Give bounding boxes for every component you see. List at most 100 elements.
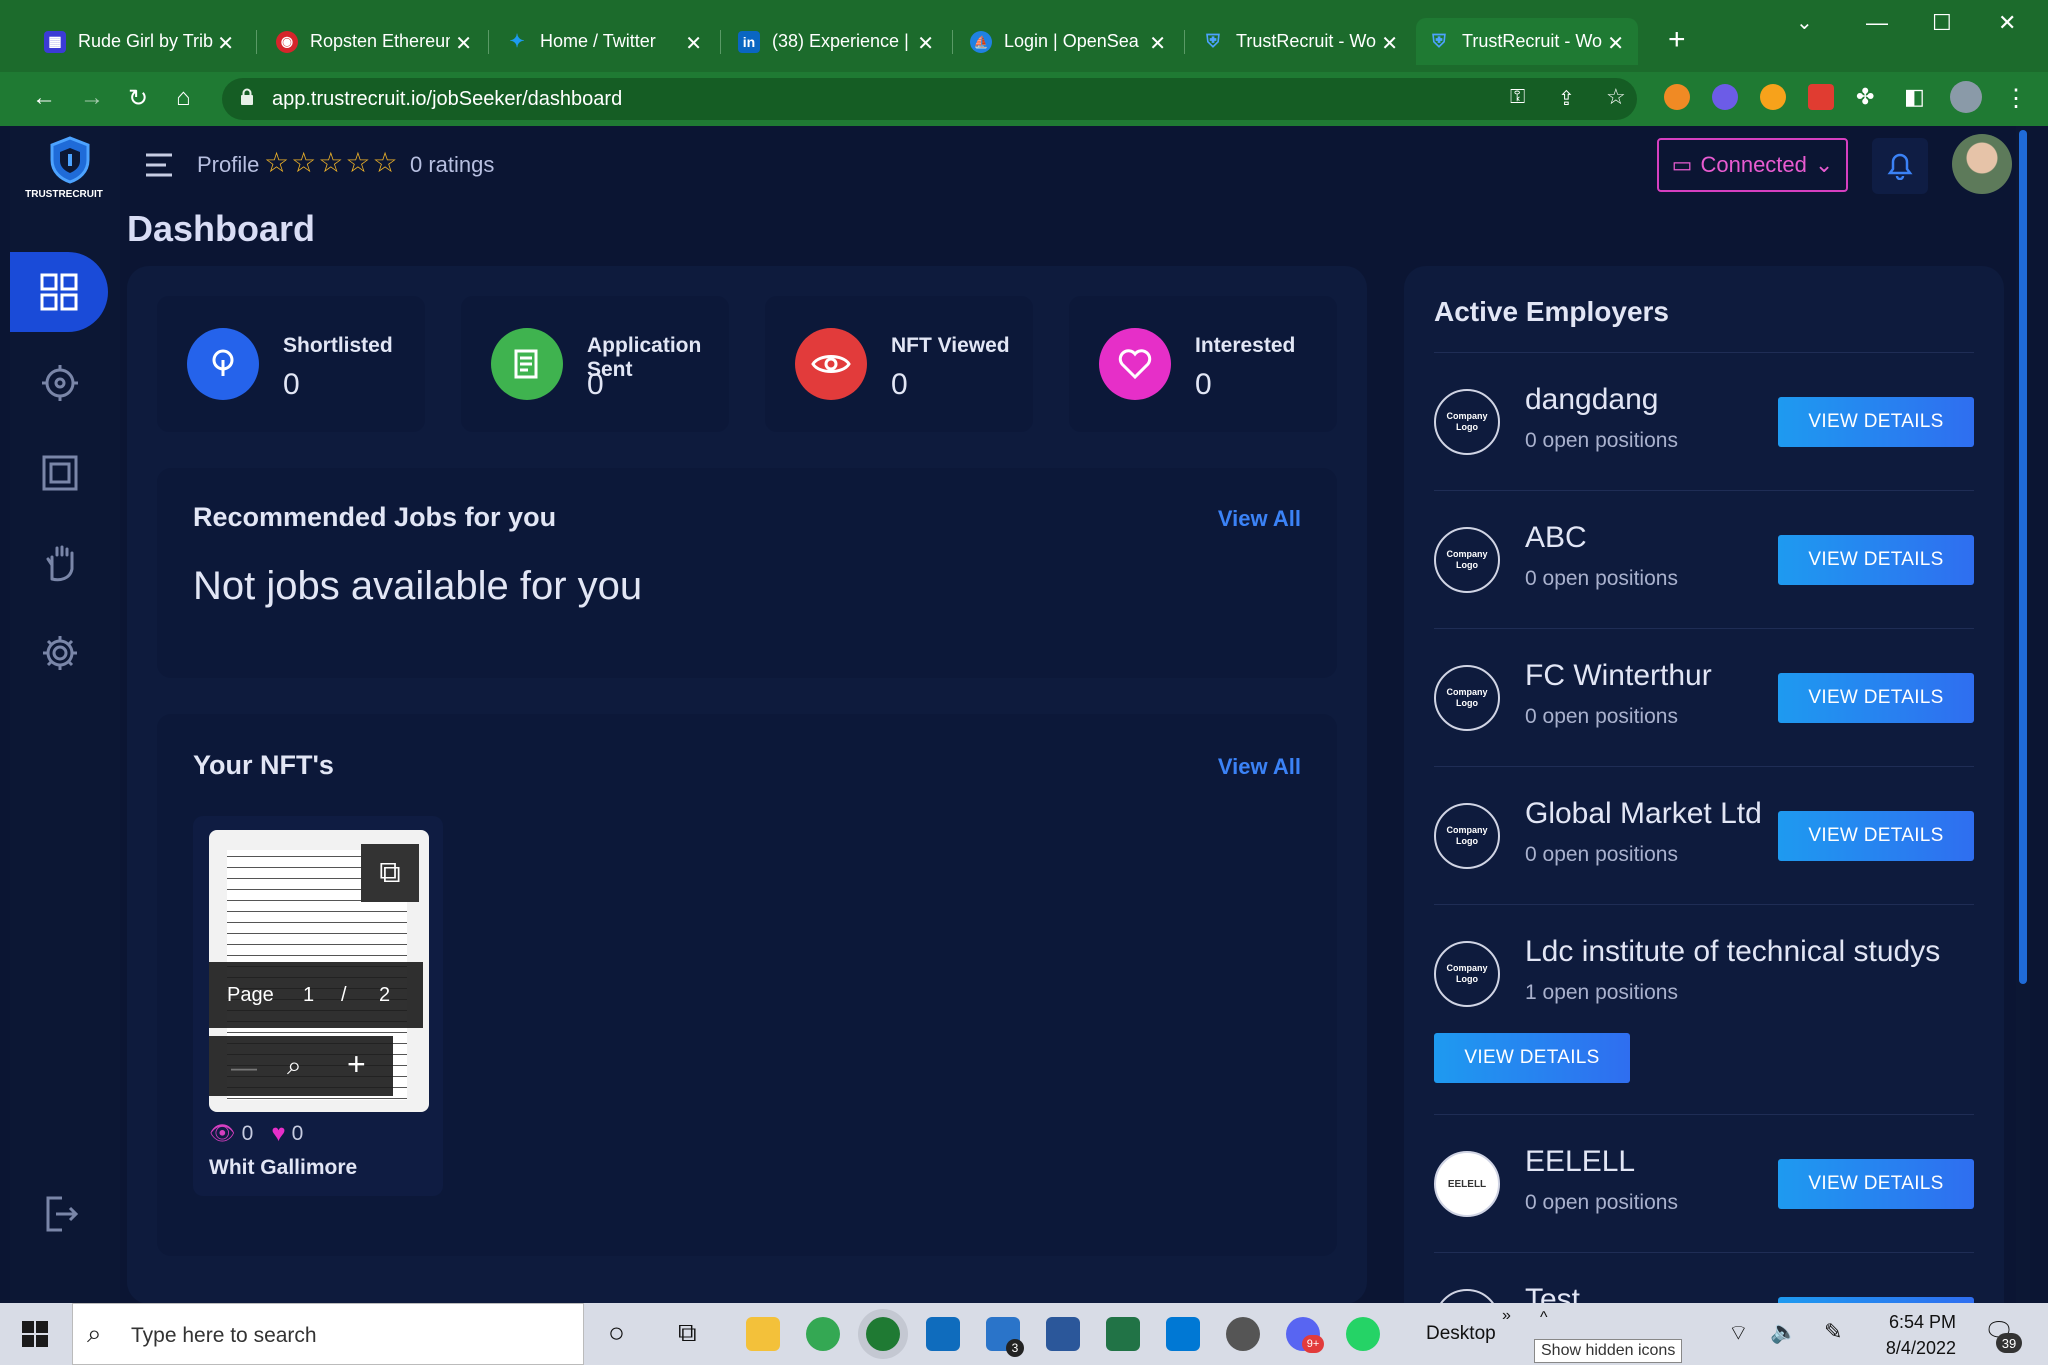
- nft-likes-count: 0: [291, 1122, 304, 1145]
- chrome-icon[interactable]: [806, 1317, 840, 1351]
- sidebar-item-settings[interactable]: [10, 613, 110, 693]
- home-icon[interactable]: ⌂: [176, 84, 191, 112]
- extensions-puzzle-icon[interactable]: ✤: [1856, 84, 1874, 110]
- show-hidden-icons-chevron[interactable]: ^: [1540, 1309, 1548, 1327]
- sidebar-item-dashboard[interactable]: [10, 252, 108, 332]
- taskbar-search-box[interactable]: ⌕ Type here to search: [72, 1303, 584, 1365]
- word-icon[interactable]: [1046, 1317, 1080, 1351]
- new-tab-button[interactable]: +: [1656, 16, 1696, 63]
- browser-tab[interactable]: ⛨ TrustRecruit - Wo ✕: [1190, 18, 1412, 65]
- stat-label: NFT Viewed: [891, 334, 1010, 357]
- nft-document-preview[interactable]: ⧉ Page 1 / 2 — ⌕ +: [209, 830, 429, 1112]
- back-icon[interactable]: ←: [32, 84, 56, 112]
- notification-center-icon[interactable]: 🗨 39: [1984, 1317, 2022, 1353]
- forward-icon[interactable]: →: [80, 84, 104, 112]
- windows-start-icon[interactable]: [22, 1321, 48, 1347]
- browser-tab[interactable]: in (38) Experience | ✕: [726, 18, 948, 65]
- address-bar[interactable]: app.trustrecruit.io/jobSeeker/dashboard …: [222, 78, 1637, 120]
- discord-icon[interactable]: 9+: [1286, 1317, 1324, 1353]
- shield-icon: ⛨: [1432, 31, 1446, 51]
- pen-icon[interactable]: ✎: [1824, 1319, 1842, 1345]
- task-view-icon[interactable]: ⧉: [678, 1317, 697, 1349]
- nft-item-card[interactable]: ⧉ Page 1 / 2 — ⌕ + 👁 0 ♥ 0 Whit Gallimor…: [193, 816, 443, 1196]
- view-details-button[interactable]: VIEW DETAILS: [1778, 535, 1974, 585]
- browser-tab[interactable]: ▦ Rude Girl by Trib ✕: [32, 18, 248, 65]
- notifications-button[interactable]: [1872, 138, 1928, 194]
- tab-close-icon[interactable]: ✕: [217, 31, 234, 56]
- tab-close-icon[interactable]: ✕: [455, 31, 472, 56]
- recommended-view-all-link[interactable]: View All: [1218, 506, 1301, 532]
- maximize-button[interactable]: ☐: [1932, 10, 1952, 36]
- tab-close-icon[interactable]: ✕: [1381, 31, 1398, 56]
- brand-logo[interactable]: TRUSTRECRUIT: [20, 136, 120, 200]
- tab-close-icon[interactable]: ✕: [1149, 31, 1166, 56]
- lock-icon: [241, 88, 253, 105]
- zoom-in-icon[interactable]: +: [347, 1046, 366, 1083]
- view-details-button[interactable]: VIEW DETAILS: [1434, 1033, 1630, 1083]
- browser-tab[interactable]: ⛵ Login | OpenSea ✕: [958, 18, 1180, 65]
- minimize-button[interactable]: —: [1866, 10, 1888, 36]
- bookmark-star-icon[interactable]: ☆: [1606, 84, 1626, 110]
- page-total: 2: [379, 984, 391, 1006]
- whatsapp-icon[interactable]: [1346, 1317, 1380, 1351]
- employer-row: EELELL EELELL 0 open positions VIEW DETA…: [1434, 1115, 1974, 1253]
- outlook-icon[interactable]: [926, 1317, 960, 1351]
- chrome-active-icon[interactable]: [866, 1317, 900, 1351]
- view-details-button[interactable]: VIEW DETAILS: [1778, 811, 1974, 861]
- tab-close-icon[interactable]: ✕: [917, 31, 934, 56]
- close-window-button[interactable]: ✕: [1998, 10, 2016, 36]
- share-icon[interactable]: ⇪: [1558, 86, 1575, 111]
- your-nfts-card: Your NFT's View All ⧉ Page 1 / 2 — ⌕ + 👁…: [157, 714, 1337, 1256]
- profile-avatar[interactable]: [1950, 81, 1982, 113]
- browser-tab[interactable]: ◉ Ropsten Ethereum ✕: [264, 18, 486, 65]
- stat-card-interested[interactable]: Interested 0: [1069, 296, 1337, 432]
- wallet-connected-dropdown[interactable]: ▭ Connected ⌄: [1657, 138, 1848, 192]
- side-panel-icon[interactable]: ◧: [1904, 84, 1925, 110]
- nfts-view-all-link[interactable]: View All: [1218, 754, 1301, 780]
- mail-icon[interactable]: 3: [986, 1317, 1024, 1357]
- extension-icon[interactable]: [1760, 84, 1786, 110]
- clock[interactable]: 6:54 PM 8/4/2022: [1866, 1309, 1956, 1361]
- view-details-button[interactable]: VIEW DETAILS: [1778, 397, 1974, 447]
- menu-kebab-icon[interactable]: ⋮: [2004, 84, 2028, 113]
- store-icon[interactable]: [1166, 1317, 1200, 1351]
- excel-icon[interactable]: [1106, 1317, 1140, 1351]
- profile-label[interactable]: Profile: [197, 152, 259, 178]
- tab-search-icon[interactable]: ⌄: [1796, 10, 1813, 35]
- open-external-icon[interactable]: ⧉: [361, 844, 419, 902]
- sidebar-item-nfts[interactable]: [10, 433, 110, 513]
- metamask-extension-icon[interactable]: [1664, 84, 1690, 110]
- sidebar-item-interested[interactable]: [10, 523, 110, 603]
- file-explorer-icon[interactable]: [746, 1317, 780, 1351]
- stat-card-application-sent[interactable]: Application Sent 0: [461, 296, 729, 432]
- key-icon[interactable]: ⚿: [1510, 86, 1525, 109]
- volume-icon[interactable]: 🔈: [1770, 1319, 1797, 1345]
- view-details-button[interactable]: VIEW DETAILS: [1778, 1159, 1974, 1209]
- extension-icon[interactable]: [1712, 84, 1738, 110]
- stat-value: 0: [587, 368, 604, 401]
- employer-list: Company Logo dangdang 0 open positions V…: [1434, 353, 1974, 1304]
- sidebar-item-jobs[interactable]: [10, 343, 110, 423]
- browser-tab-active[interactable]: ⛨ TrustRecruit - Wo ✕: [1416, 18, 1638, 65]
- toolbar-chevron-icon[interactable]: »: [1502, 1307, 1511, 1325]
- hamburger-menu-icon[interactable]: [144, 152, 174, 183]
- logout-button[interactable]: [10, 1174, 110, 1254]
- stat-card-nft-viewed[interactable]: NFT Viewed 0: [765, 296, 1033, 432]
- reload-icon[interactable]: ↻: [128, 84, 148, 113]
- user-avatar[interactable]: [1952, 134, 2012, 194]
- view-details-button[interactable]: VIEW DETAILS: [1778, 673, 1974, 723]
- stat-card-shortlisted[interactable]: Shortlisted 0: [157, 296, 425, 432]
- app-icon[interactable]: [1226, 1317, 1260, 1351]
- scrollbar-track[interactable]: [2016, 126, 2030, 1304]
- desktop-toolbar-label[interactable]: Desktop: [1426, 1323, 1496, 1345]
- todoist-extension-icon[interactable]: [1808, 84, 1834, 110]
- tab-close-icon[interactable]: ✕: [685, 31, 702, 56]
- cortana-icon[interactable]: ○: [608, 1317, 625, 1349]
- wifi-icon[interactable]: ⌔: [1728, 1319, 1749, 1347]
- nft-name: Whit Gallimore: [209, 1156, 358, 1179]
- scrollbar-thumb[interactable]: [2019, 130, 2027, 984]
- browser-tab[interactable]: ✦ Home / Twitter ✕: [494, 18, 716, 65]
- tab-close-icon[interactable]: ✕: [1607, 31, 1624, 56]
- zoom-out-icon[interactable]: —: [231, 1052, 257, 1083]
- zoom-search-icon[interactable]: ⌕: [287, 1050, 302, 1082]
